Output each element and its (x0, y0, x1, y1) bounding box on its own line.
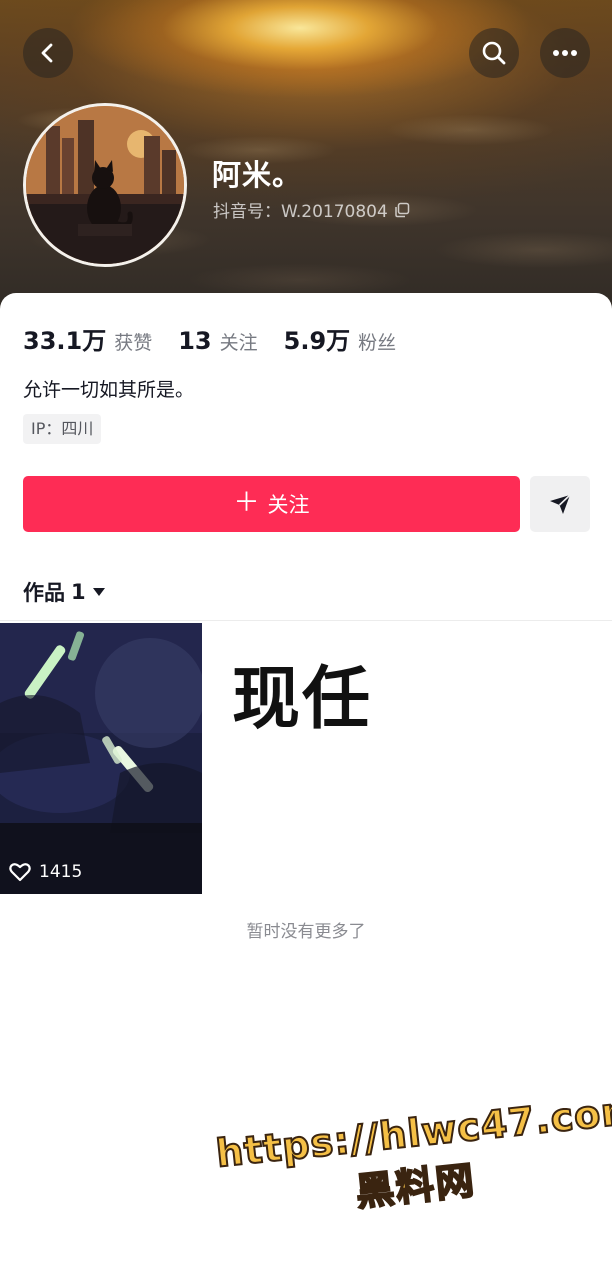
bio-text: 允许一切如其所是。 (23, 379, 195, 401)
copy-icon[interactable] (394, 202, 410, 218)
no-more-content: 暂时没有更多了 (246, 922, 366, 942)
works-tab-label: 作品 (23, 581, 65, 605)
douyin-id: 抖音号：W.20170804 (213, 202, 388, 222)
avatar[interactable] (23, 103, 187, 267)
heart-icon (9, 863, 31, 882)
tab-divider (0, 620, 612, 621)
stat-followers[interactable]: 5.9万 粉丝 (284, 321, 397, 356)
search-button[interactable] (469, 28, 519, 78)
follow-button[interactable]: ＋ 关注 (23, 476, 520, 532)
video-thumbnail[interactable]: 1415 (0, 623, 202, 894)
chevron-left-icon (41, 43, 53, 63)
stat-value: 33.1万 (23, 327, 107, 355)
send-icon (550, 494, 571, 514)
profile-page: 阿米。 抖音号：W.20170804 33.1万 获赞 13 关注 5.9万 粉… (0, 0, 612, 1280)
works-count: 1 (71, 580, 86, 604)
more-button[interactable] (540, 28, 590, 78)
ip-location-tag: IP：四川 (23, 414, 102, 444)
stat-label: 获赞 (114, 332, 153, 354)
overlay-caption: 现任 (232, 660, 373, 739)
stat-label: 粉丝 (358, 332, 397, 354)
video-cover-image (0, 623, 202, 894)
search-icon (482, 41, 506, 65)
stat-following[interactable]: 13 关注 (178, 327, 257, 355)
tab-works[interactable]: 作品 1 (23, 577, 106, 607)
more-horizontal-icon (553, 50, 577, 56)
stat-likes[interactable]: 33.1万 获赞 (23, 321, 152, 356)
caret-down-icon (92, 588, 105, 596)
video-like-count: 1415 (9, 862, 82, 882)
stat-value: 13 (178, 327, 212, 355)
profile-banner: 阿米。 抖音号：W.20170804 (0, 0, 612, 320)
stat-label: 关注 (219, 332, 258, 354)
back-button[interactable] (23, 28, 73, 78)
share-button[interactable] (530, 476, 590, 532)
nickname: 阿米。 (212, 158, 303, 192)
stats-row: 33.1万 获赞 13 关注 5.9万 粉丝 (23, 321, 422, 356)
like-count-value: 1415 (39, 862, 83, 882)
follow-label: 关注 (267, 493, 310, 517)
avatar-cat-image (26, 106, 184, 264)
stat-value: 5.9万 (283, 327, 351, 355)
plus-icon: ＋ (233, 488, 260, 518)
douyin-id-row[interactable]: 抖音号：W.20170804 (213, 197, 410, 222)
